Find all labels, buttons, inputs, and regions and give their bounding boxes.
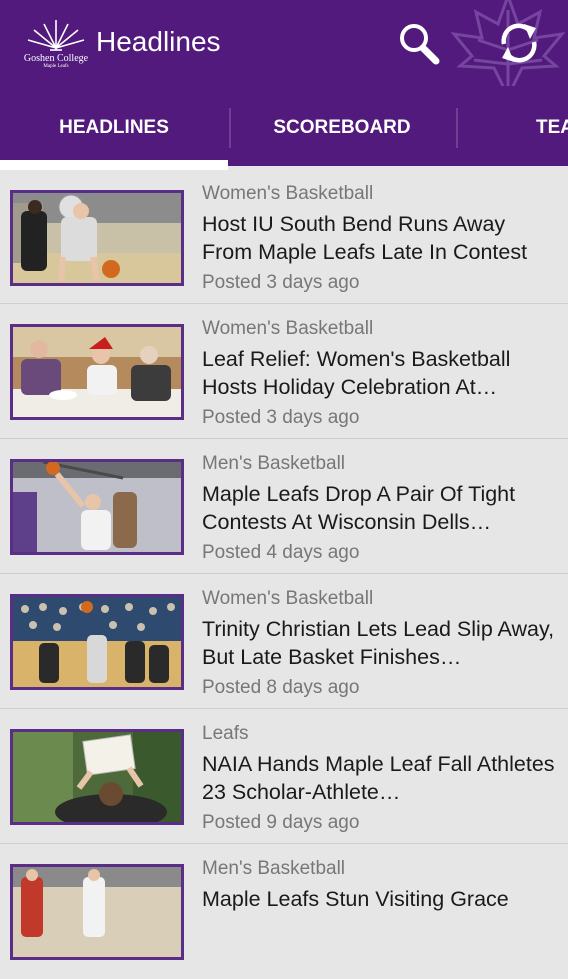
article-posted-time: Posted 3 days ago (202, 407, 360, 428)
list-item[interactable]: Leafs NAIA Hands Maple Leaf Fall Athlete… (0, 710, 568, 844)
tab-headlines[interactable]: HEADLINES (0, 86, 228, 170)
article-title: Host IU South Bend Runs Away From Maple … (202, 212, 528, 264)
list-item[interactable]: Women's Basketball Leaf Relief: Women's … (0, 305, 568, 439)
list-divider (0, 573, 568, 574)
app-bar: Goshen College Maple Leafs Headlines (0, 0, 568, 86)
article-category: Women's Basketball (202, 183, 374, 204)
refresh-icon (501, 23, 537, 63)
list-item[interactable]: Women's Basketball Trinity Christian Let… (0, 575, 568, 709)
article-posted-time: Posted 9 days ago (202, 812, 360, 833)
search-icon (400, 24, 440, 65)
article-category: Women's Basketball (202, 588, 374, 609)
article-title: NAIA Hands Maple Leaf Fall Athletes 23 S… (202, 752, 555, 804)
logo-wordmark: Goshen College (23, 53, 89, 64)
logo-mark (27, 20, 85, 51)
article-category: Leafs (202, 723, 249, 744)
list-item[interactable]: Men's Basketball Maple Leafs Stun Visiti… (0, 845, 568, 979)
article-thumbnail (10, 459, 184, 555)
article-posted-time: Posted 3 days ago (202, 272, 360, 293)
list-item[interactable]: Men's Basketball Maple Leafs Drop A Pair… (0, 440, 568, 574)
logo-subtext: Maple Leafs (43, 64, 69, 69)
article-thumbnail (10, 594, 184, 690)
headline-list: Women's Basketball Host IU South Bend Ru… (0, 170, 568, 960)
article-category: Men's Basketball (202, 453, 346, 474)
tab-bar: HEADLINES SCOREBOARD TEAMS (0, 86, 568, 170)
article-thumbnail (10, 729, 184, 825)
tab-selected-indicator (0, 160, 228, 170)
tab-teams[interactable]: TEAMS (456, 86, 568, 170)
article-posted-time: Posted 8 days ago (202, 677, 360, 698)
article-posted-time: Posted 4 days ago (202, 542, 360, 563)
article-title: Trinity Christian Lets Lead Slip Away, B… (202, 617, 555, 669)
page-title: Headlines (96, 26, 221, 57)
article-thumbnail (10, 324, 184, 420)
article-category: Women's Basketball (202, 318, 374, 339)
list-divider (0, 843, 568, 844)
article-title: Maple Leafs Stun Visiting Grace (202, 887, 509, 911)
list-divider (0, 438, 568, 439)
list-divider (0, 708, 568, 709)
article-thumbnail (10, 864, 184, 960)
article-title: Maple Leafs Drop A Pair Of Tight Contest… (202, 482, 516, 534)
tab-scoreboard[interactable]: SCOREBOARD (228, 86, 456, 170)
goshen-college-logo: Goshen College Maple Leafs (22, 18, 90, 74)
article-category: Men's Basketball (202, 858, 346, 879)
article-title: Leaf Relief: Women's Basketball Hosts Ho… (202, 347, 511, 399)
search-button[interactable] (396, 18, 444, 68)
article-thumbnail (10, 190, 184, 286)
list-item[interactable]: Women's Basketball Host IU South Bend Ru… (0, 170, 568, 304)
refresh-button[interactable] (494, 18, 544, 68)
list-divider (0, 303, 568, 304)
